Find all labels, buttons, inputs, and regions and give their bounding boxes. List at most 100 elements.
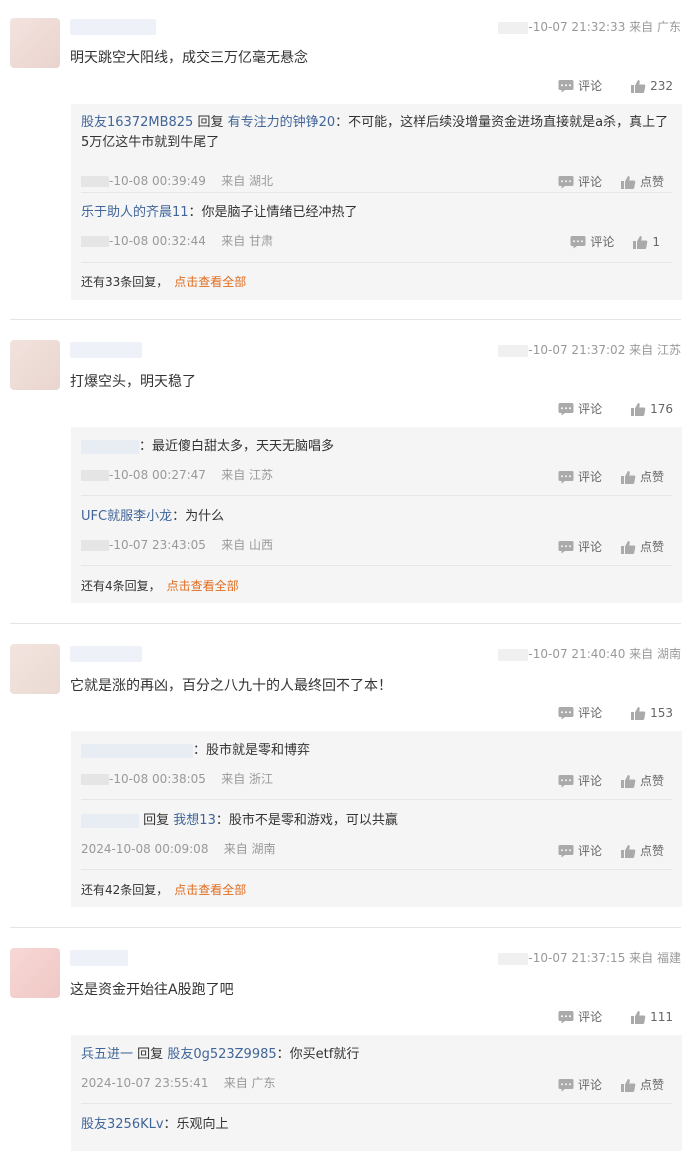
reply-target-link[interactable]: 有专注力的钟铮20	[228, 115, 336, 130]
reply-comment-button[interactable]: 评论	[558, 842, 602, 859]
reply-user-blurred[interactable]	[81, 813, 139, 828]
reply-user-link[interactable]: 股友16372MB825	[81, 115, 193, 130]
comment-text: 打爆空头，明天稳了	[70, 374, 196, 390]
view-all-link[interactable]: 点击查看全部	[167, 579, 239, 593]
reply-text: ：股市不是零和游戏，可以共赢	[215, 813, 398, 828]
comment-button[interactable]: 评论	[558, 400, 602, 417]
like-count: 153	[650, 705, 673, 720]
comment-location: 来自 江苏	[629, 343, 681, 357]
reply-box: ：股市就是零和博弈 -10-08 00:38:05 来自 浙江 评论 点赞 回复…	[71, 731, 682, 907]
speech-bubble-icon	[558, 470, 574, 484]
reply-user-link[interactable]: 兵五进一	[81, 1047, 133, 1062]
reply-time: -10-08 00:38:05	[109, 772, 206, 786]
reply-time: -10-08 00:27:47	[109, 468, 206, 482]
reply-like-button[interactable]: 点赞	[620, 468, 664, 485]
reply-box: ：最近傻白甜太多，天天无脑唱多 -10-08 00:27:47 来自 江苏 评论…	[71, 427, 682, 603]
avatar[interactable]	[10, 948, 60, 998]
reply-item: 股友16372MB825 回复 有专注力的钟铮20：不可能，这样后续没增量资金进…	[81, 113, 672, 189]
like-button[interactable]: 111	[630, 1010, 673, 1024]
comment-time: -10-07 21:37:02	[528, 343, 626, 357]
reply-like-button[interactable]: 点赞	[620, 772, 664, 789]
comment-actions: 评论 232	[558, 77, 673, 94]
comment-button-label: 评论	[578, 79, 603, 93]
reply-item: 兵五进一 回复 股友0g523Z9985：你买etf就行 2024-10-07 …	[81, 1045, 672, 1092]
username-blurred[interactable]	[70, 950, 128, 966]
reply-comment-button[interactable]: 评论	[558, 772, 602, 789]
speech-bubble-icon	[558, 175, 574, 189]
reply-actions: 评论 点赞	[558, 842, 664, 859]
comment-button-label: 评论	[578, 1010, 603, 1024]
reply-actions: 评论 点赞	[558, 173, 664, 190]
reply-actions: 评论 点赞	[558, 538, 664, 555]
reply-like-button[interactable]: 点赞	[620, 842, 664, 859]
reply-actions: 评论 点赞	[558, 772, 664, 789]
username-blurred[interactable]	[70, 342, 142, 358]
reply-location: 来自 浙江	[221, 772, 274, 786]
avatar[interactable]	[10, 18, 60, 68]
comment-time: -10-07 21:40:40	[528, 647, 626, 661]
reply-comment-button[interactable]: 评论	[558, 538, 602, 555]
thumbs-up-icon	[630, 79, 646, 93]
reply-comment-button[interactable]: 评论	[558, 173, 602, 190]
thumbs-up-icon	[620, 470, 636, 484]
reply-like-button[interactable]: 点赞	[620, 538, 664, 555]
speech-bubble-icon	[558, 402, 574, 416]
reply-user-blurred[interactable]	[81, 743, 193, 758]
reply-like-button[interactable]: 1	[632, 233, 660, 250]
like-button[interactable]: 176	[630, 402, 673, 416]
reply-text: ：为什么	[172, 509, 225, 524]
reply-location: 来自 湖北	[221, 174, 274, 188]
comment-item: -10-07 21:32:33 来自 广东 明天跳空大阳线，成交三万亿毫无悬念 …	[0, 0, 699, 320]
reply-location: 来自 湖南	[223, 842, 276, 856]
reply-like-label: 点赞	[639, 774, 664, 788]
comment-button[interactable]: 评论	[558, 77, 602, 94]
reply-actions: 评论 点赞	[558, 1076, 664, 1093]
more-replies-count: 还有42条回复，	[81, 883, 169, 897]
avatar[interactable]	[10, 340, 60, 390]
comment-button[interactable]: 评论	[558, 704, 602, 721]
like-count: 232	[650, 78, 673, 93]
thumbs-up-icon	[620, 844, 636, 858]
thumbs-up-icon	[620, 774, 636, 788]
username-blurred[interactable]	[70, 19, 156, 35]
reply-text-line: 股友3256KLv：乐观向上	[81, 1115, 672, 1135]
comment-button[interactable]: 评论	[558, 1008, 602, 1025]
reply-user-link[interactable]: UFC就服李小龙	[81, 509, 172, 524]
comment-time: -10-07 21:32:33	[528, 20, 626, 34]
reply-comment-label: 评论	[590, 235, 615, 249]
reply-like-button[interactable]: 点赞	[620, 173, 664, 190]
reply-user-link[interactable]: 股友3256KLv	[81, 1117, 164, 1132]
reply-separator	[81, 262, 672, 263]
comment-meta: -10-07 21:37:02 来自 江苏	[498, 341, 681, 358]
reply-comment-button[interactable]: 评论	[558, 1076, 602, 1093]
speech-bubble-icon	[558, 79, 574, 93]
like-button[interactable]: 232	[630, 79, 673, 93]
view-all-link[interactable]: 点击查看全部	[174, 883, 246, 897]
reply-user-blurred[interactable]	[81, 439, 139, 454]
reply-like-label: 点赞	[639, 1078, 664, 1092]
view-all-link[interactable]: 点击查看全部	[174, 275, 246, 289]
thumbs-up-icon	[632, 235, 648, 249]
reply-target-link[interactable]: 我想13	[173, 813, 216, 828]
reply-like-button[interactable]: 点赞	[620, 1076, 664, 1093]
reply-user-link[interactable]: 乐于助人的齐晨11	[81, 205, 189, 220]
reply-like-count: 1	[652, 234, 660, 249]
comment-text: 明天跳空大阳线，成交三万亿毫无悬念	[70, 50, 308, 66]
comment-time: -10-07 21:37:15	[528, 951, 626, 965]
reply-item: 乐于助人的齐晨11：你是脑子让情绪已经冲热了 -10-08 00:32:44 来…	[81, 203, 672, 250]
reply-comment-button[interactable]: 评论	[570, 233, 614, 250]
reply-time: -10-08 00:39:49	[109, 174, 206, 188]
thumbs-up-icon	[620, 175, 636, 189]
reply-comment-button[interactable]: 评论	[558, 468, 602, 485]
reply-meta: 2024-10-07 23:55:41 来自 广东	[81, 1074, 276, 1091]
like-button[interactable]: 153	[630, 706, 673, 720]
avatar[interactable]	[10, 644, 60, 694]
reply-text-line: 股友16372MB825 回复 有专注力的钟铮20：不可能，这样后续没增量资金进…	[81, 113, 672, 153]
speech-bubble-icon	[558, 1010, 574, 1024]
speech-bubble-icon	[558, 540, 574, 554]
reply-comment-label: 评论	[577, 844, 602, 858]
reply-location: 来自 山西	[221, 538, 274, 552]
username-blurred[interactable]	[70, 646, 142, 662]
reply-text: ：你是脑子让情绪已经冲热了	[188, 205, 358, 220]
reply-target-link[interactable]: 股友0g523Z9985	[167, 1047, 276, 1062]
